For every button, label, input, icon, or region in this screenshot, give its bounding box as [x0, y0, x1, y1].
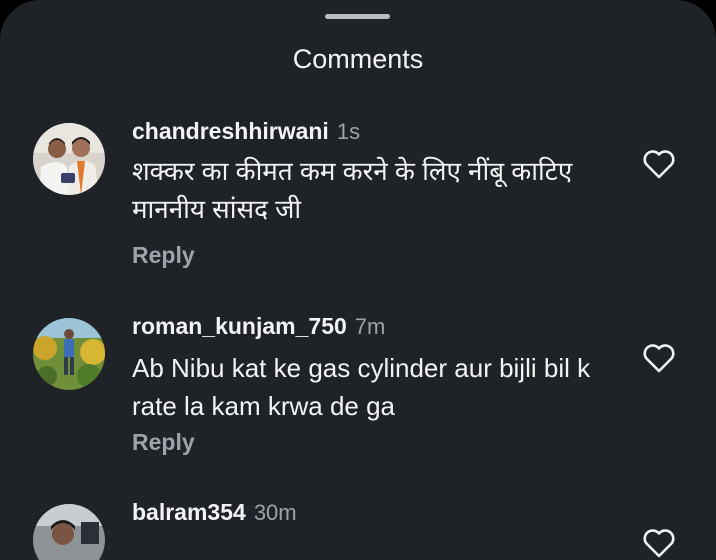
comment-text: शक्कर का कीमत कम करने के लिए नींबू काटिए…	[132, 156, 580, 224]
heart-outline-icon[interactable]	[642, 149, 676, 179]
avatar[interactable]	[33, 318, 105, 390]
avatar[interactable]	[33, 504, 105, 560]
comments-sheet: Comments chandreshhirwani 1s शक्कर का की…	[0, 0, 716, 560]
reply-button[interactable]: Reply	[132, 240, 195, 270]
heart-outline-icon[interactable]	[642, 343, 676, 373]
comment-meta: balram354 30m	[132, 497, 297, 527]
reply-button[interactable]: Reply	[132, 427, 195, 457]
comment-meta: chandreshhirwani 1s	[132, 116, 360, 146]
timestamp: 30m	[253, 500, 297, 525]
avatar[interactable]	[33, 123, 105, 195]
comment-text: Ab Nibu kat ke gas cylinder aur bijli bi…	[132, 353, 605, 421]
comment-meta: roman_kunjam_750 7m	[132, 311, 385, 341]
heart-outline-icon[interactable]	[642, 528, 676, 558]
username[interactable]: roman_kunjam_750	[132, 313, 347, 339]
sheet-title: Comments	[292, 44, 424, 74]
drag-handle[interactable]	[325, 14, 390, 19]
timestamp: 7m	[354, 314, 386, 339]
username[interactable]: chandreshhirwani	[132, 118, 329, 144]
timestamp: 1s	[336, 119, 361, 144]
username[interactable]: balram354	[132, 499, 246, 525]
